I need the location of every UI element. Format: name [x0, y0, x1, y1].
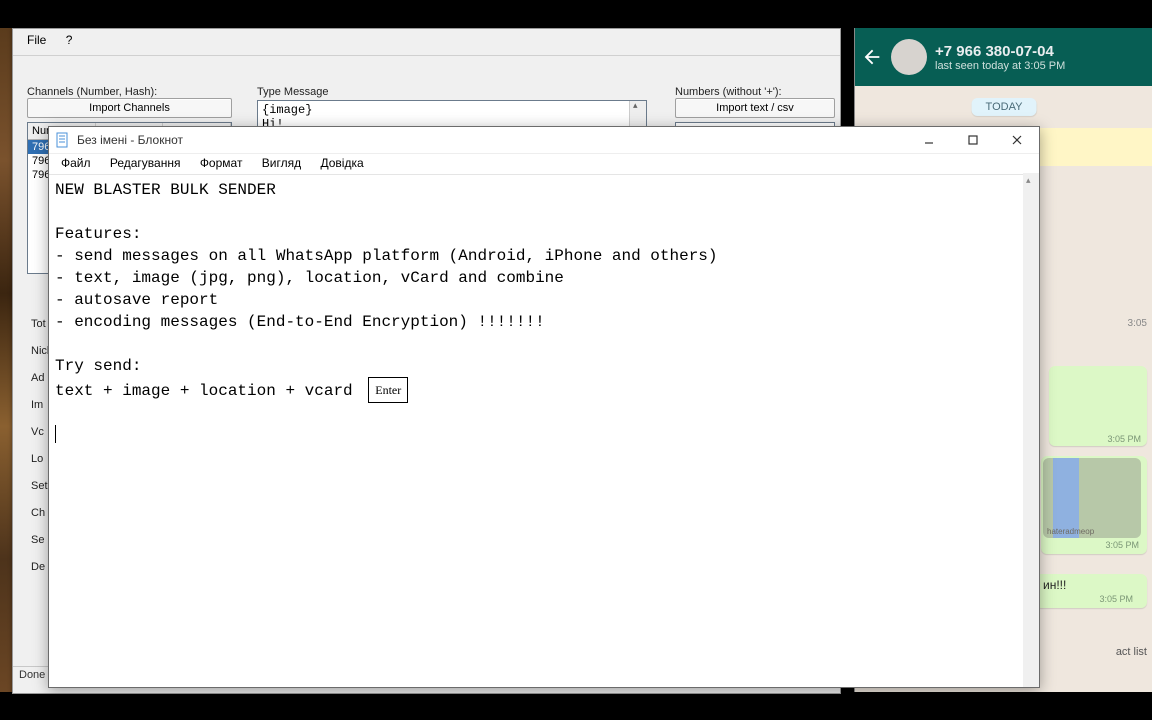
notepad-menubar: Файл Редагування Формат Вигляд Довідка	[49, 154, 1039, 175]
maximize-button[interactable]	[951, 127, 995, 153]
type-message-label: Type Message	[257, 86, 647, 98]
date-badge: TODAY	[972, 98, 1037, 116]
menubar: File ?	[13, 29, 840, 56]
bubble-text: ин!!!	[1043, 578, 1139, 592]
contact-list-hint: act list	[1116, 646, 1147, 658]
text-caret	[55, 425, 56, 443]
contact-name: +7 966 380-07-04	[935, 43, 1147, 60]
np-menu-edit[interactable]: Редагування	[102, 154, 189, 172]
whatsapp-header: +7 966 380-07-04 last seen today at 3:05…	[855, 28, 1152, 86]
import-channels-button[interactable]: Import Channels	[27, 98, 232, 118]
import-numbers-button[interactable]: Import text / csv	[675, 98, 835, 118]
minimize-button[interactable]	[907, 127, 951, 153]
timestamp: 3:05	[1128, 318, 1147, 329]
text-line: - encoding messages (End-to-End Encrypti…	[55, 313, 545, 331]
avatar[interactable]	[891, 39, 927, 75]
back-arrow-icon[interactable]	[861, 46, 883, 68]
menu-file[interactable]: File	[19, 31, 54, 49]
chat-bubble-image[interactable]: 3:05 PM	[1049, 366, 1147, 446]
map-thumbnail: hateradmeop	[1043, 458, 1141, 538]
np-menu-format[interactable]: Формат	[192, 154, 251, 172]
text-line: - autosave report	[55, 291, 218, 309]
desktop-background-strip	[0, 28, 12, 692]
text-line: - send messages on all WhatsApp platform…	[55, 247, 718, 265]
close-button[interactable]	[995, 127, 1039, 153]
bubble-time: 3:05 PM	[1043, 592, 1139, 606]
bubble-time: 3:05 PM	[1101, 432, 1147, 446]
channels-label: Channels (Number, Hash):	[27, 86, 232, 98]
notepad-window: Без імені - Блокнот Файл Редагування Фор…	[48, 126, 1040, 688]
notepad-scrollbar[interactable]	[1023, 173, 1039, 687]
chat-bubble-location[interactable]: hateradmeop 3:05 PM	[1041, 456, 1147, 554]
notepad-icon	[55, 132, 71, 148]
text-line: text + image + location + vcard	[55, 382, 353, 400]
notepad-titlebar[interactable]: Без імені - Блокнот	[49, 127, 1039, 154]
text-line: Features:	[55, 225, 141, 243]
bubble-time: 3:05 PM	[1043, 538, 1145, 552]
message-line: {image}	[262, 103, 642, 117]
chat-bubble-text[interactable]: ин!!! 3:05 PM	[1035, 574, 1147, 608]
enter-key-hint: Enter	[368, 377, 408, 403]
text-line: Try send:	[55, 357, 141, 375]
np-menu-file[interactable]: Файл	[53, 154, 99, 172]
menu-help[interactable]: ?	[58, 31, 81, 49]
np-menu-help[interactable]: Довідка	[312, 154, 371, 172]
numbers-label: Numbers (without '+'):	[675, 86, 835, 98]
map-label: hateradmeop	[1047, 527, 1094, 536]
text-line: NEW BLASTER BULK SENDER	[55, 181, 276, 199]
notepad-textarea[interactable]: NEW BLASTER BULK SENDER Features: - send…	[49, 175, 1039, 451]
notepad-title: Без імені - Блокнот	[77, 133, 907, 147]
np-menu-view[interactable]: Вигляд	[254, 154, 309, 172]
text-line: - text, image (jpg, png), location, vCar…	[55, 269, 564, 287]
contact-status: last seen today at 3:05 PM	[935, 60, 1147, 72]
